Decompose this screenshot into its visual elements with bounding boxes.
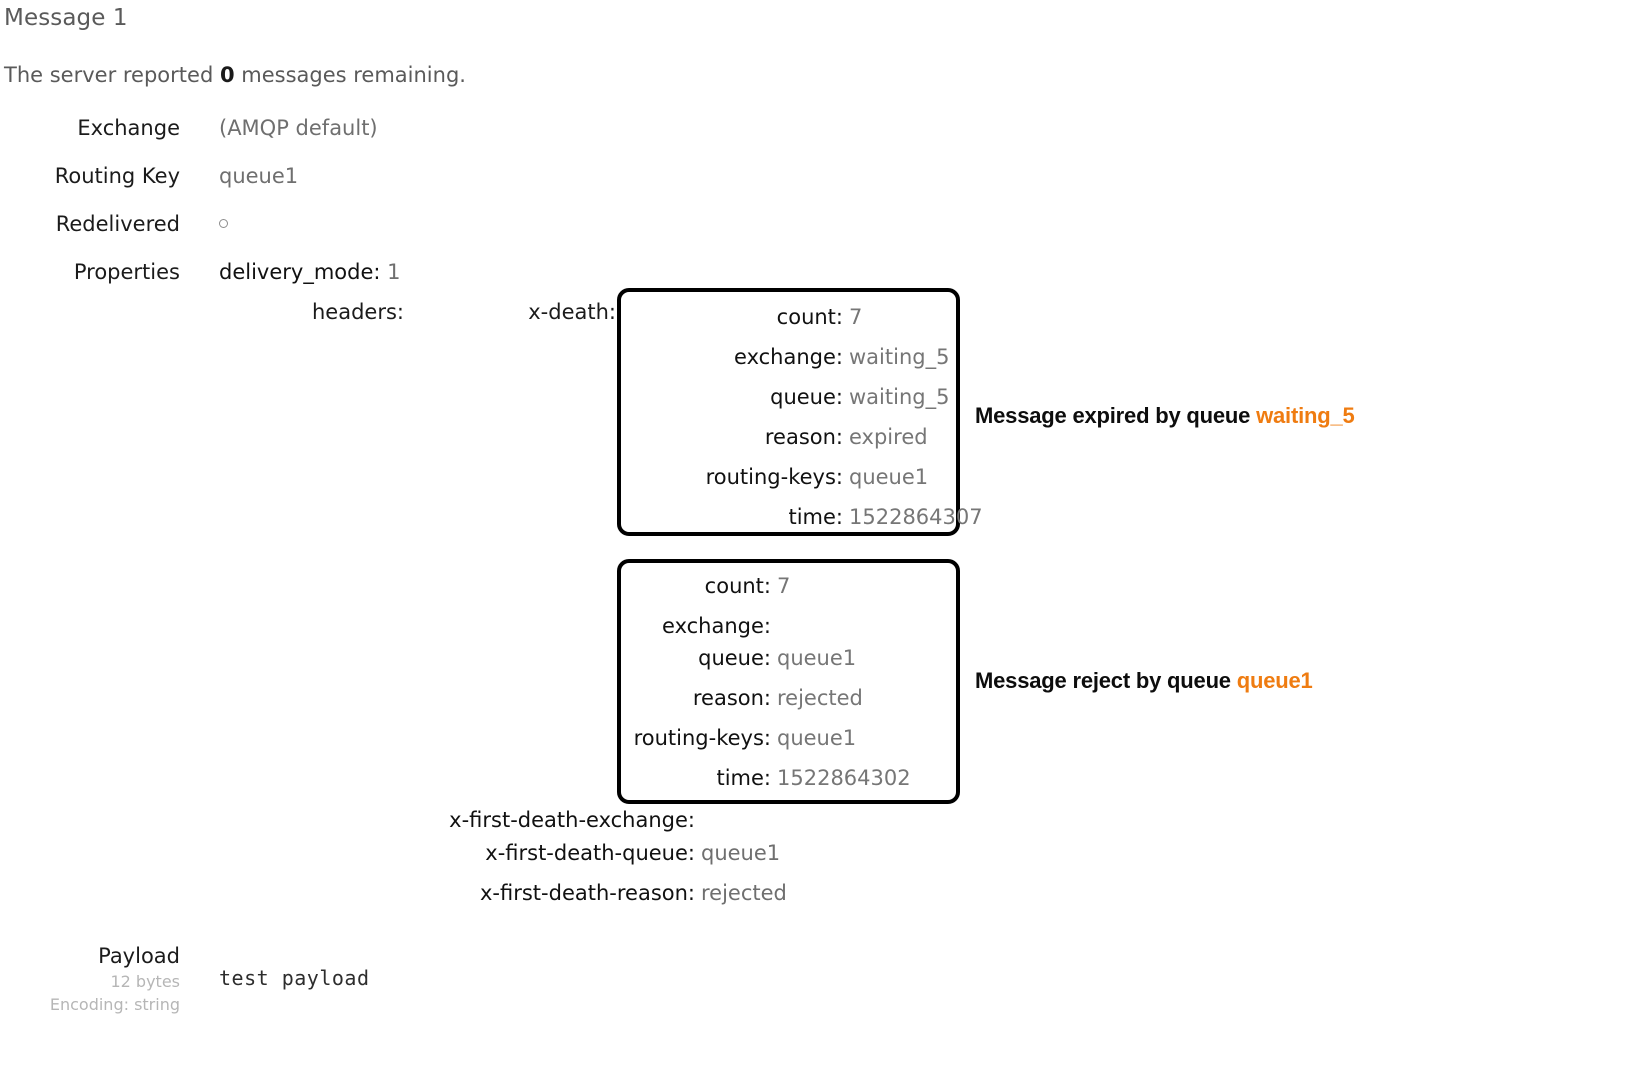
x-death-1-key-count: count: [776, 305, 843, 329]
x-death-2-value-reason: rejected [777, 686, 863, 710]
label-properties: Properties [73, 260, 180, 284]
x-death-2-row-exchange: exchange: [621, 614, 956, 638]
server-status-suffix: messages remaining. [234, 63, 466, 87]
annotation-rejected: Message reject by queue queue1 [975, 668, 1313, 694]
x-death-2-key-time: time: [716, 766, 771, 790]
key-x-first-death-exchange: x-first-death-exchange: [449, 808, 695, 832]
x-death-1-key-reason: reason: [764, 425, 843, 449]
x-death-2-row-reason: reason: rejected [621, 686, 956, 710]
value-exchange: (AMQP default) [219, 116, 378, 140]
row-x-first-death-exchange: x-first-death-exchange: [95, 808, 695, 832]
x-death-2-value-routing-keys: queue1 [777, 726, 857, 750]
label-exchange: Exchange [77, 116, 180, 140]
x-death-2-value-queue: queue1 [777, 646, 857, 670]
remaining-messages-count: 0 [219, 63, 235, 87]
server-status-prefix: The server reported [4, 63, 220, 87]
x-death-2-value-time: 1522864302 [777, 766, 911, 790]
x-death-1-key-routing-keys: routing-keys: [705, 465, 843, 489]
delivery-mode-key: delivery_mode: [219, 260, 381, 284]
x-death-1-row-count: count: 7 [621, 305, 956, 329]
row-x-first-death-queue: x-first-death-queue: [95, 841, 695, 865]
payload-encoding: Encoding: string [49, 995, 180, 1014]
annotation-rejected-queue: queue1 [1236, 668, 1313, 693]
x-death-2-row-queue: queue: queue1 [621, 646, 956, 670]
x-death-1-value-time: 1522864307 [849, 505, 983, 529]
x-death-1-value-exchange: waiting_5 [849, 345, 950, 369]
value-routing-key: queue1 [219, 164, 299, 188]
x-death-2-row-routing-keys: routing-keys: queue1 [621, 726, 956, 750]
x-death-1-key-queue: queue: [770, 385, 843, 409]
x-death-1-value-reason: expired [849, 425, 928, 449]
x-death-2-key-queue: queue: [698, 646, 771, 670]
label-redelivered: Redelivered [55, 212, 180, 236]
label-routing-key: Routing Key [54, 164, 180, 188]
x-death-2-row-time: time: 1522864302 [621, 766, 956, 790]
x-death-2-key-reason: reason: [692, 686, 771, 710]
value-x-first-death-queue: queue1 [701, 841, 781, 865]
x-death-1-row-queue: queue: waiting_5 [621, 385, 956, 409]
x-death-entry-1-box: count: 7 exchange: waiting_5 queue: waiting… [617, 288, 983, 536]
x-death-1-key-time: time: [788, 505, 843, 529]
x-death-1-row-exchange: exchange: waiting_5 [621, 345, 956, 369]
x-death-1-row-reason: reason: expired [621, 425, 956, 449]
x-death-1-value-queue: waiting_5 [849, 385, 950, 409]
x-death-1-value-routing-keys: queue1 [849, 465, 929, 489]
x-death-entry-2-box: count: 7 exchange: queue: queue1 reason: re… [617, 559, 960, 804]
annotation-expired-text: Message expired by queue [975, 403, 1257, 428]
x-death-1-key-exchange: exchange: [734, 345, 843, 369]
annotation-rejected-text: Message reject by queue [975, 668, 1237, 693]
page-title: Message 1 [4, 5, 128, 31]
value-x-first-death-reason: rejected [701, 881, 787, 905]
x-death-2-key-exchange: exchange: [662, 614, 771, 638]
x-death-1-row-time: time: 1522864307 [621, 505, 982, 529]
label-payload: Payload [98, 944, 180, 968]
x-death-2-row-count: count: 7 [621, 574, 956, 598]
annotation-expired-queue: waiting_5 [1256, 403, 1355, 428]
value-redelivered [219, 212, 228, 236]
x-death-1-value-count: 7 [849, 305, 863, 329]
label-x-death: x-death: [528, 300, 616, 324]
value-delivery-mode: delivery_mode: 1 [219, 260, 401, 284]
annotation-expired: Message expired by queue waiting_5 [975, 403, 1355, 429]
label-headers: headers: [312, 300, 404, 324]
x-death-1-row-routing-keys: routing-keys: queue1 [621, 465, 956, 489]
x-death-2-key-routing-keys: routing-keys: [633, 726, 771, 750]
x-death-2-key-count: count: [704, 574, 771, 598]
delivery-mode-value: 1 [387, 260, 401, 284]
key-x-first-death-reason: x-first-death-reason: [480, 881, 695, 905]
payload-body: test payload [219, 966, 370, 990]
key-x-first-death-queue: x-first-death-queue: [485, 841, 695, 865]
row-x-first-death-reason: x-first-death-reason: [95, 881, 695, 905]
payload-size: 12 bytes [110, 972, 180, 991]
server-status-text: The server reported 0 messages remaining… [4, 63, 466, 87]
redelivered-false-icon [219, 218, 228, 228]
x-death-2-value-count: 7 [777, 574, 791, 598]
